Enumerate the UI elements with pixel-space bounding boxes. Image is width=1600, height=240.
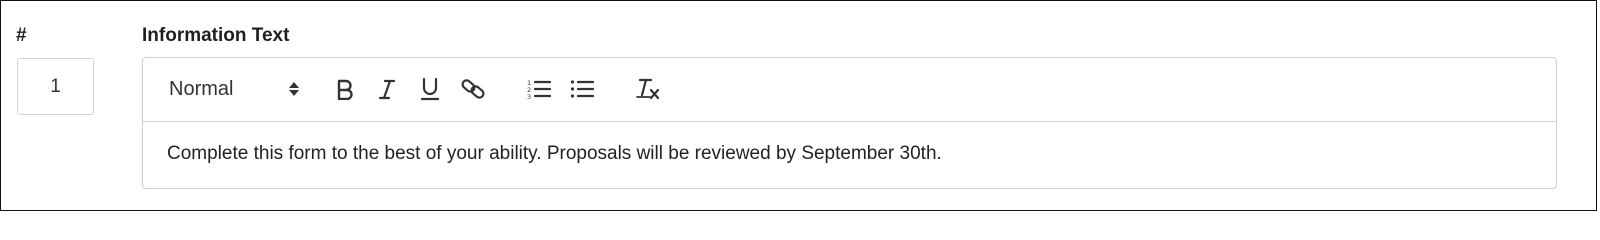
bullet-list-button[interactable] xyxy=(567,72,597,106)
rich-text-editor: Normal 1 2 3 Complete this form to the b… xyxy=(142,57,1557,189)
number-input[interactable] xyxy=(17,58,94,115)
italic-button[interactable] xyxy=(372,72,402,106)
format-select[interactable]: Normal xyxy=(169,76,301,102)
svg-text:3: 3 xyxy=(527,93,531,100)
editor-toolbar: Normal 1 2 3 xyxy=(143,58,1556,122)
italic-icon xyxy=(377,78,397,100)
form-section: # Information Text Normal xyxy=(0,0,1597,211)
underline-icon xyxy=(420,77,440,101)
link-icon xyxy=(460,77,486,101)
editor-content[interactable]: Complete this form to the best of your a… xyxy=(167,143,942,165)
ordered-list-icon: 1 2 3 xyxy=(527,78,551,100)
select-caret-icon xyxy=(287,78,301,100)
clear-formatting-button[interactable] xyxy=(633,72,663,106)
number-label: # xyxy=(16,25,27,46)
bullet-list-icon xyxy=(570,78,594,100)
ordered-list-button[interactable]: 1 2 3 xyxy=(524,72,554,106)
bold-button[interactable] xyxy=(330,72,360,106)
clear-formatting-icon xyxy=(636,77,660,101)
bold-icon xyxy=(335,78,355,100)
format-select-value: Normal xyxy=(169,78,234,100)
underline-button[interactable] xyxy=(415,72,445,106)
link-button[interactable] xyxy=(458,72,488,106)
information-text-label: Information Text xyxy=(142,25,290,46)
